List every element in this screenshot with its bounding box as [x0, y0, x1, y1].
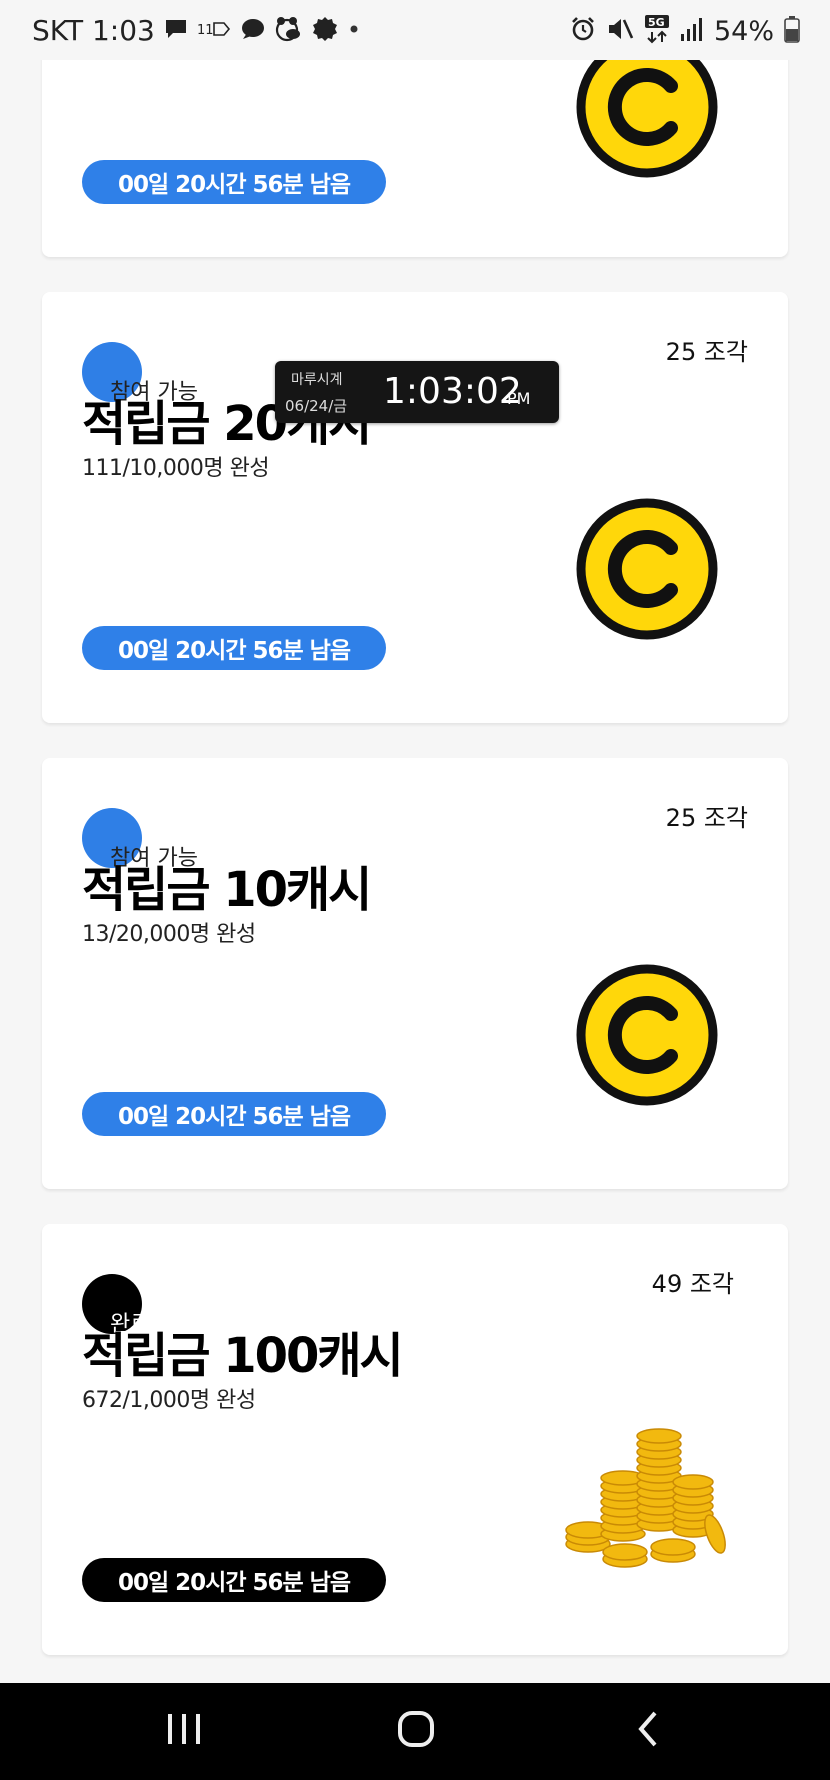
status-bar-right: 5G 54% — [570, 14, 800, 48]
signal-icon — [680, 16, 704, 46]
gold-coins-stack-icon — [563, 1424, 733, 1574]
countdown-pill: 00일 20시간 56분 남음 — [82, 160, 386, 204]
countdown-pill: 00일 20시간 56분 남음 — [82, 1092, 386, 1136]
progress-text: 13/20,000명 완성 — [82, 922, 256, 947]
status-bar-left: SKT 1:03 11 — [32, 14, 361, 47]
clock-widget[interactable]: 마루시계 06/24/금 1:03:02 PM — [275, 361, 559, 423]
reward-title: 적립금 100캐시 — [82, 1328, 404, 1384]
pieces-count: 25 조각 — [665, 804, 748, 832]
reward-card[interactable]: 참여 가능 25 조각 적립금 20캐시 111/10,000명 완성 00일 … — [42, 292, 788, 723]
navigation-bar — [0, 1683, 830, 1780]
more-dot-icon — [347, 21, 361, 40]
alarm-icon — [570, 16, 596, 46]
settings-badge-icon — [311, 15, 339, 47]
home-button[interactable] — [386, 1705, 446, 1757]
back-icon — [633, 1709, 663, 1753]
coin-icon — [576, 964, 718, 1106]
clock-time: 1:03:02 — [383, 371, 522, 412]
battery-percent: 54% — [713, 15, 774, 47]
progress-text: 111/10,000명 완성 — [82, 456, 270, 481]
reward-card[interactable]: 참여 가능 25 조각 적립금 10캐시 13/20,000명 완성 00일 2… — [42, 758, 788, 1189]
message-icon — [163, 17, 189, 45]
clock-date: 06/24/금 — [285, 397, 348, 415]
coin-icon — [576, 498, 718, 640]
5g-icon: 5G — [644, 14, 670, 48]
chat-bubble-icon — [239, 17, 265, 45]
reward-card[interactable]: 완료 49 조각 적립금 100캐시 672/1,000명 완성 00일 20시… — [42, 1224, 788, 1655]
svg-text:5G: 5G — [648, 16, 665, 29]
recent-apps-button[interactable] — [154, 1705, 214, 1757]
pieces-count: 49 조각 — [651, 1270, 734, 1298]
reward-title: 적립금 10캐시 — [82, 862, 372, 918]
11st-app-icon: 11 — [197, 19, 231, 43]
svg-text:11: 11 — [197, 23, 214, 38]
countdown-pill: 00일 20시간 56분 남음 — [82, 626, 386, 670]
status-bar: SKT 1:03 11 5G 54% — [0, 0, 830, 60]
recent-apps-icon — [164, 1712, 204, 1750]
clock-ampm: PM — [507, 389, 531, 408]
carrier-time: SKT 1:03 — [32, 14, 155, 47]
home-icon — [396, 1709, 436, 1753]
back-button[interactable] — [618, 1705, 678, 1757]
battery-icon — [784, 15, 800, 47]
countdown-pill: 00일 20시간 56분 남음 — [82, 1558, 386, 1602]
clock-app-name: 마루시계 — [291, 372, 343, 388]
progress-text: 672/1,000명 완성 — [82, 1388, 256, 1413]
mute-icon — [606, 16, 634, 46]
pieces-count: 25 조각 — [665, 338, 748, 366]
bug-app-icon — [273, 15, 303, 47]
